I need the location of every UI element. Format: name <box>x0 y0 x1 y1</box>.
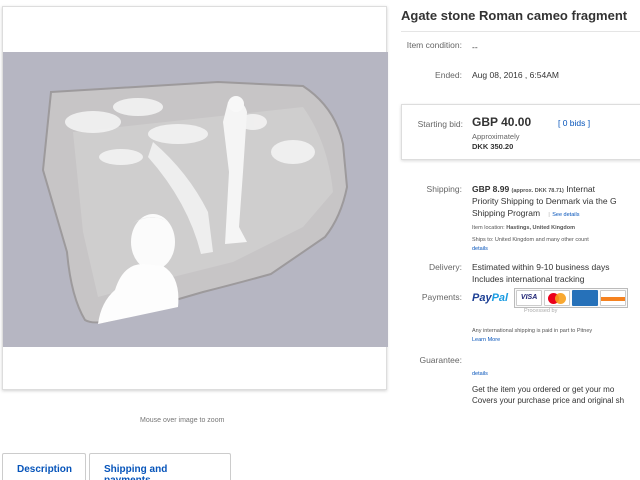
item-location-value: Hastings, United Kingdom <box>506 225 575 231</box>
item-location: Item location: Hastings, United Kingdom <box>472 223 575 234</box>
delivery-label: Delivery: <box>428 262 462 272</box>
item-photo[interactable] <box>3 52 388 347</box>
info-tabs: Description Shipping and payments <box>2 453 234 480</box>
ended-label: Ended: <box>435 70 462 80</box>
bid-box: Starting bid: GBP 40.00 [ 0 bids ] Appro… <box>401 104 640 160</box>
processed-by: Processed by <box>524 308 558 314</box>
shipping-program: Shipping Program <box>472 208 541 218</box>
image-gallery[interactable] <box>2 6 388 390</box>
condition-value: -- <box>472 42 478 52</box>
mastercard-icon <box>544 290 571 306</box>
guarantee-line-2: Covers your purchase price and original … <box>472 396 625 405</box>
amex-icon <box>572 290 599 306</box>
tab-description[interactable]: Description <box>2 453 86 480</box>
shipping-label: Shipping: <box>426 184 462 194</box>
bid-count-link[interactable]: [ 0 bids ] <box>558 118 590 128</box>
shipping-approx: (approx. DKK 78.71) <box>511 188 564 194</box>
tab-shipping-and-payments[interactable]: Shipping and payments <box>89 453 231 480</box>
card-logos: VISA <box>514 288 629 308</box>
starting-bid-price: GBP 40.00 <box>472 115 532 129</box>
see-details-link[interactable]: See details <box>552 212 579 218</box>
condition-label: Item condition: <box>406 40 462 50</box>
starting-bid-label: Starting bid: <box>417 119 463 129</box>
guarantee-label: Guarantee: <box>419 355 462 365</box>
shipping-service: Internat <box>566 184 596 194</box>
payment-methods: PayPal VISA <box>472 288 629 308</box>
ended-value: Aug 08, 2016 , 6:54AM <box>472 70 559 80</box>
item-title: Agate stone Roman cameo fragment <box>401 8 628 23</box>
delivery-estimate: Estimated within 9-10 business days <box>472 262 610 272</box>
shipping-line-2: Priority Shipping to Denmark via the G <box>472 196 617 206</box>
learn-more-link[interactable]: Learn More <box>472 335 500 346</box>
discover-icon <box>600 290 627 306</box>
divider <box>401 31 640 32</box>
guarantee-details-link[interactable]: details <box>472 369 488 380</box>
visa-icon: VISA <box>516 290 543 306</box>
shipping-details-link[interactable]: details <box>472 244 488 255</box>
paypal-logo: PayPal <box>472 292 509 304</box>
converted-price: DKK 350.20 <box>472 142 514 151</box>
shipping-price: GBP 8.99 <box>472 184 510 194</box>
shipping-line-3: Shipping Program | See details <box>472 208 580 218</box>
item-location-label: Item location: <box>472 225 505 231</box>
approx-label: Approximately <box>472 132 520 141</box>
delivery-tracking: Includes international tracking <box>472 274 585 284</box>
ships-to: Ships to: United Kingdom and many other … <box>472 237 589 243</box>
guarantee-line-1: Get the item you ordered or get your mo <box>472 385 615 394</box>
zoom-hint: Mouse over image to zoom <box>140 417 225 424</box>
payments-label: Payments: <box>421 292 462 302</box>
